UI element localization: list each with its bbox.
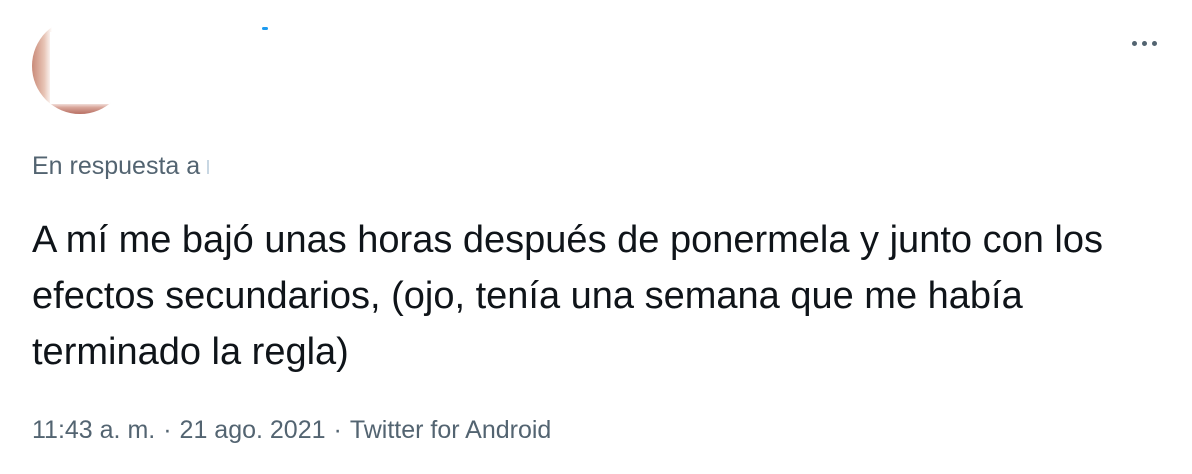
more-horizontal-icon (1141, 40, 1147, 46)
tweet-time[interactable]: 11:43 a. m. (32, 416, 155, 444)
reply-prefix: En respuesta a (32, 152, 201, 180)
more-horizontal-icon (1151, 40, 1157, 46)
more-horizontal-icon (1131, 40, 1137, 46)
avatar[interactable] (32, 18, 128, 114)
author-name-redacted (144, 18, 354, 48)
reply-mention-link[interactable] (207, 160, 210, 175)
more-options-button[interactable] (1124, 31, 1164, 55)
tweet-text: A mí me bajó unas horas después de poner… (32, 219, 1103, 373)
reply-context: En respuesta a (32, 150, 210, 182)
meta-separator: · (333, 416, 342, 444)
meta-separator: · (163, 416, 172, 444)
tweet-date[interactable]: 21 ago. 2021 (180, 416, 326, 444)
tweet-source[interactable]: Twitter for Android (350, 416, 551, 444)
verified-badge-icon (262, 27, 268, 30)
tweet-metadata: 11:43 a. m. · 21 ago. 2021 · Twitter for And… (32, 414, 551, 446)
avatar-redaction (50, 32, 128, 104)
avatar-edge (32, 26, 52, 114)
